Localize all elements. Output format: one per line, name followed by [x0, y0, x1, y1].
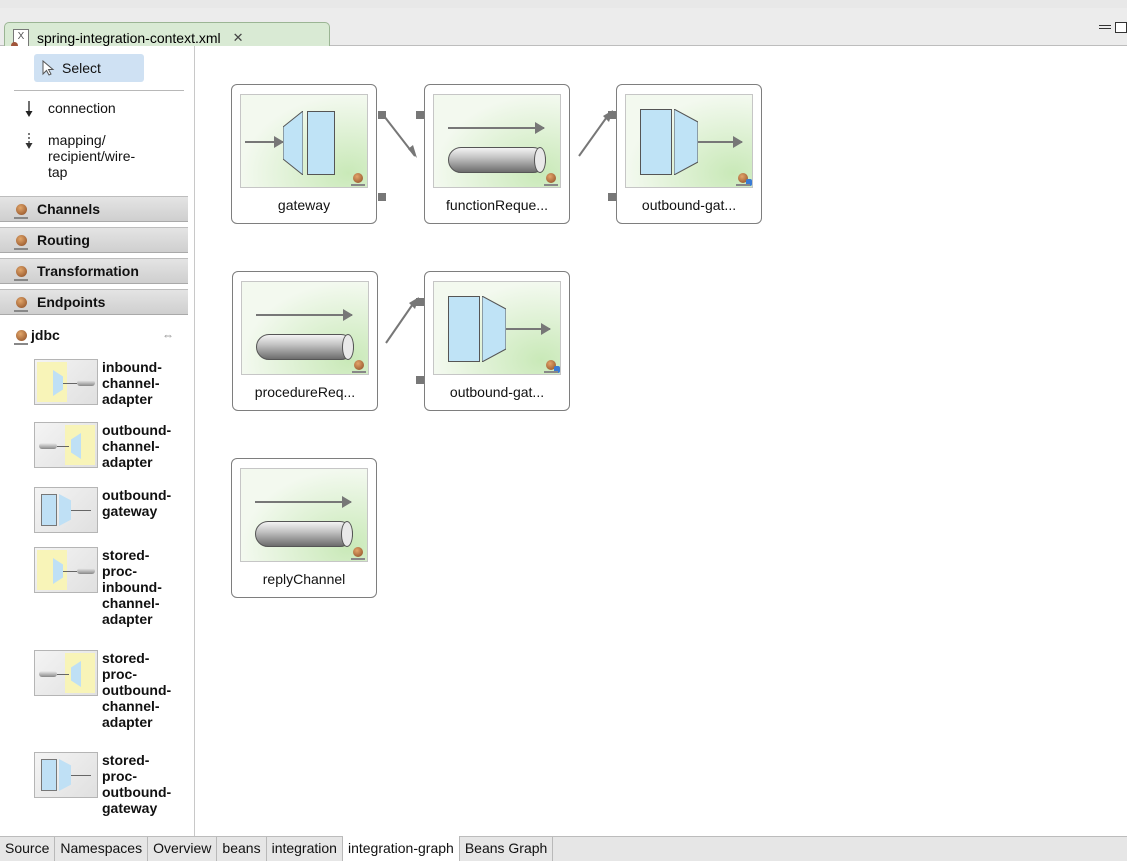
solid-arrow-icon [22, 100, 36, 121]
palette-entry-inbound-channel-adapter[interactable]: inbound- channel- adapter [34, 359, 192, 407]
palette-entry-outbound-channel-adapter[interactable]: outbound- channel- adapter [34, 422, 192, 470]
inbound-adapter-thumbnail-icon [34, 359, 98, 405]
drawer-label: Channels [37, 201, 101, 217]
xml-file-icon: X [11, 29, 29, 49]
node-port[interactable] [378, 193, 386, 201]
maximize-icon[interactable] [1115, 22, 1127, 33]
palette-entry-label: stored- proc- inbound- channel- adapter [102, 547, 162, 627]
spring-bean-badge-icon [544, 173, 558, 186]
outbound-gateway-icon [433, 281, 561, 375]
tab-overview[interactable]: Overview [148, 837, 218, 861]
graph-node-outbound-gateway-2[interactable]: outbound-gat... [416, 271, 570, 411]
window-top-strip [0, 0, 1127, 8]
tab-integration[interactable]: integration [267, 837, 343, 861]
node-port[interactable] [378, 111, 386, 119]
drawer-label: Endpoints [37, 294, 106, 310]
palette-entry-label: inbound- channel- adapter [102, 359, 162, 407]
select-tool-label: Select [62, 60, 101, 76]
drawer-routing[interactable]: Routing [0, 227, 188, 253]
palette: Select connection mapping/ recipient/wir… [0, 46, 195, 836]
palette-entry-stored-proc-outbound-channel-adapter[interactable]: stored- proc- outbound- channel- adapter [34, 650, 192, 730]
stored-proc-outbound-adapter-thumbnail-icon [34, 650, 98, 696]
palette-entry-label: stored- proc- outbound- gateway [102, 752, 172, 816]
palette-entry-stored-proc-inbound-channel-adapter[interactable]: stored- proc- inbound- channel- adapter [34, 547, 192, 627]
minimize-icon[interactable] [1099, 25, 1111, 29]
graph-node-label: outbound-gat... [449, 384, 545, 400]
palette-separator [14, 90, 184, 91]
drawer-label: Routing [37, 232, 90, 248]
palette-entry-label: stored- proc- outbound- channel- adapter [102, 650, 172, 730]
drawer-jdbc[interactable]: jdbc ⇔ [0, 322, 188, 348]
node-port[interactable] [608, 193, 616, 201]
routing-icon [14, 234, 28, 250]
tab-beans-graph[interactable]: Beans Graph [460, 837, 554, 861]
transformation-icon [14, 265, 28, 281]
node-port[interactable] [416, 111, 424, 119]
stored-proc-inbound-thumbnail-icon [34, 547, 98, 593]
channels-icon [14, 203, 28, 219]
dashed-arrow-icon [22, 132, 36, 180]
connection-tool[interactable]: connection [22, 100, 116, 121]
jdbc-icon [14, 329, 28, 345]
channel-icon [240, 468, 368, 562]
drawer-transformation[interactable]: Transformation [0, 258, 188, 284]
connection-tool-label: connection [48, 100, 116, 116]
tab-integration-graph[interactable]: integration-graph [342, 836, 460, 861]
channel-icon [433, 94, 561, 188]
spring-bean-badge-icon [351, 173, 365, 186]
graph-node-procedure-request[interactable]: procedureReq... [232, 271, 378, 411]
spring-bean-badge-icon [351, 547, 365, 560]
graph-node-label: outbound-gat... [641, 197, 737, 213]
palette-entry-label: outbound- channel- adapter [102, 422, 172, 470]
node-port[interactable] [608, 111, 616, 119]
tab-beans[interactable]: beans [217, 837, 267, 861]
cursor-icon [42, 59, 58, 76]
palette-entry-outbound-gateway[interactable]: outbound- gateway [34, 487, 192, 533]
stored-proc-outbound-gateway-thumbnail-icon [34, 752, 98, 798]
editor-tab-bar: X spring-integration-context.xml ✕ [0, 8, 1127, 53]
outbound-gateway-thumbnail-icon [34, 487, 98, 533]
connection-arrowhead [408, 145, 417, 158]
gateway-icon [240, 94, 368, 188]
palette-entry-stored-proc-outbound-gateway[interactable]: stored- proc- outbound- gateway [34, 752, 192, 816]
connection-line [578, 113, 610, 157]
select-tool[interactable]: Select [34, 54, 144, 82]
drawer-channels[interactable]: Channels [0, 196, 188, 222]
outbound-adapter-thumbnail-icon [34, 422, 98, 468]
spring-bean-badge-icon [352, 360, 366, 373]
jdbc-bean-badge-icon [736, 173, 752, 186]
close-icon[interactable]: ✕ [233, 30, 244, 46]
drawer-label: Transformation [37, 263, 139, 279]
tab-namespaces[interactable]: Namespaces [55, 837, 149, 861]
editor-page-tabs: Source Namespaces Overview beans integra… [0, 836, 1127, 861]
graph-node-reply-channel[interactable]: replyChannel [231, 458, 377, 598]
jdbc-bean-badge-icon [544, 360, 560, 373]
mapping-tool-label: mapping/ recipient/wire- tap [48, 132, 136, 180]
channel-icon [241, 281, 369, 375]
node-port[interactable] [416, 376, 424, 384]
graph-node-gateway[interactable]: gateway [231, 84, 386, 224]
tab-source[interactable]: Source [0, 837, 56, 861]
integration-graph-canvas[interactable]: gateway functionReque... outbound-gat... [195, 46, 1127, 836]
outbound-gateway-icon [625, 94, 753, 188]
pin-drawer-icon[interactable]: ⇔ [162, 328, 174, 342]
endpoints-icon [14, 296, 28, 312]
drawer-endpoints[interactable]: Endpoints [0, 289, 188, 315]
graph-node-label: functionReque... [446, 197, 548, 213]
graph-node-label: procedureReq... [254, 384, 356, 400]
mapping-tool[interactable]: mapping/ recipient/wire- tap [22, 132, 135, 180]
drawer-label: jdbc [31, 327, 60, 343]
editor-tab-title: spring-integration-context.xml [37, 30, 221, 46]
node-port[interactable] [416, 298, 424, 306]
connection-line [385, 300, 416, 344]
window-controls [1099, 22, 1127, 33]
graph-node-label: replyChannel [262, 571, 346, 587]
graph-node-outbound-gateway[interactable]: outbound-gat... [608, 84, 762, 224]
graph-node-function-request[interactable]: functionReque... [416, 84, 570, 224]
palette-entry-label: outbound- gateway [102, 487, 172, 519]
graph-node-label: gateway [277, 197, 331, 213]
